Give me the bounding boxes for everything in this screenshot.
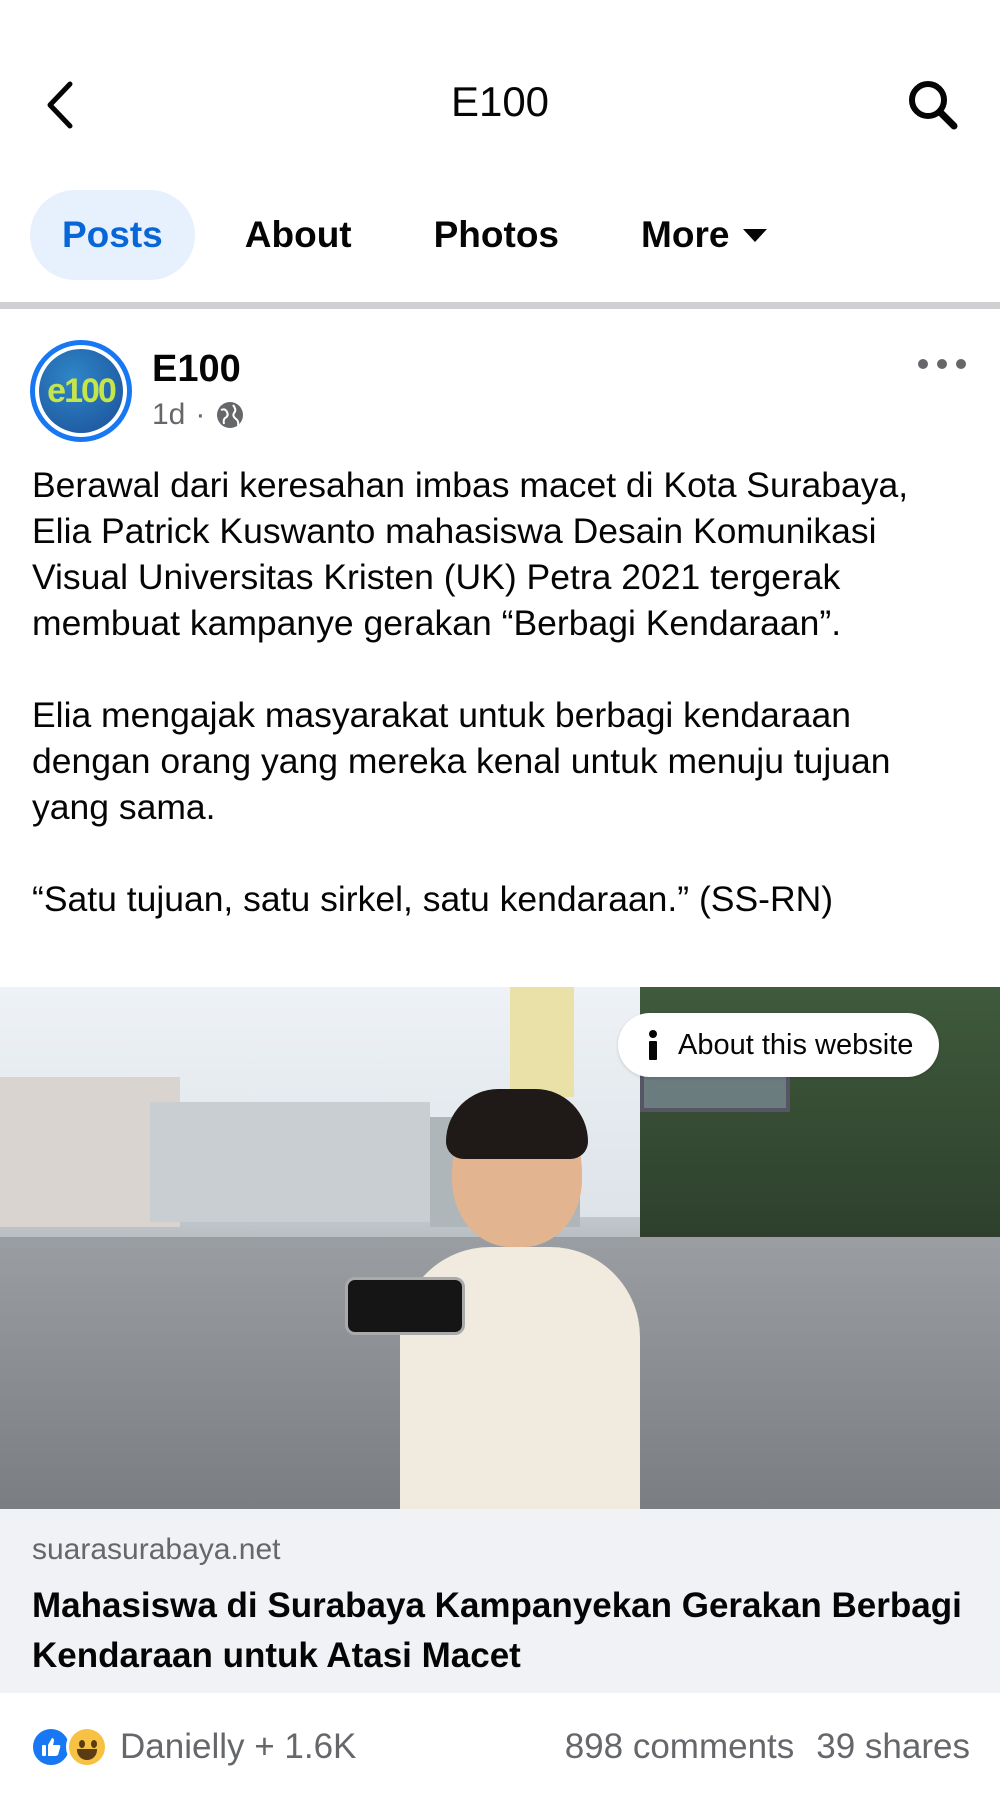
link-title: Mahasiswa di Surabaya Kampanyekan Geraka… (32, 1586, 962, 1675)
reactions-label: Danielly + 1.6K (120, 1726, 357, 1766)
tab-more-label: More (641, 214, 730, 255)
post-options-button[interactable] (918, 352, 966, 376)
image-sign (510, 987, 574, 1097)
about-website-label: About this website (678, 1028, 914, 1061)
post-paragraph: “Satu tujuan, satu sirkel, satu kendaraa… (32, 879, 834, 919)
globe-icon (217, 402, 244, 428)
avatar-logo: e100 (39, 349, 123, 433)
post-paragraph: Berawal dari keresahan imbas macet di Ko… (32, 465, 909, 643)
about-website-button[interactable]: About this website (618, 1013, 940, 1077)
haha-reaction-icon (66, 1725, 108, 1768)
tab-more[interactable]: More (609, 190, 799, 280)
page-header: E100 (0, 0, 1000, 190)
info-icon (646, 1030, 660, 1060)
image-phone (345, 1277, 465, 1335)
comments-count[interactable]: 898 comments (565, 1727, 795, 1767)
caret-down-icon (743, 228, 768, 242)
post-footer: Danielly + 1.6K 898 comments 39 shares (0, 1693, 1000, 1800)
eye (91, 1739, 97, 1748)
avatar-ring: e100 (35, 345, 127, 437)
tab-posts[interactable]: Posts (30, 190, 195, 280)
image-building (150, 1102, 430, 1222)
avatar[interactable]: e100 (30, 340, 132, 442)
profile-tabs: Posts About Photos More (30, 190, 799, 280)
reactions-summary[interactable]: Danielly + 1.6K (30, 1725, 357, 1768)
post-body: Berawal dari keresahan imbas macet di Ko… (32, 462, 977, 922)
shares-count[interactable]: 39 shares (816, 1727, 970, 1767)
post-meta: 1d · (152, 398, 245, 432)
search-icon (909, 81, 958, 130)
dot-icon (918, 359, 928, 369)
link-domain: suarasurabaya.net (32, 1533, 281, 1566)
post-author[interactable]: E100 (152, 348, 241, 391)
search-button[interactable] (906, 78, 960, 132)
dot-icon (956, 359, 966, 369)
tab-about[interactable]: About (213, 190, 384, 280)
eye (79, 1739, 85, 1748)
section-divider (0, 302, 1000, 309)
thumbs-up-icon (42, 1737, 61, 1756)
post-time[interactable]: 1d (152, 398, 185, 432)
meta-separator: · (195, 398, 206, 431)
tab-photos[interactable]: Photos (402, 190, 591, 280)
page-title: E100 (450, 78, 550, 125)
engagement-counts: 898 comments 39 shares (565, 1727, 970, 1767)
post-paragraph: Elia mengajak masyarakat untuk berbagi k… (32, 695, 891, 827)
dot-icon (937, 359, 947, 369)
person-hair (446, 1089, 588, 1159)
mouth (77, 1748, 97, 1760)
link-caption[interactable]: suarasurabaya.net Mahasiswa di Surabaya … (0, 1509, 1000, 1693)
